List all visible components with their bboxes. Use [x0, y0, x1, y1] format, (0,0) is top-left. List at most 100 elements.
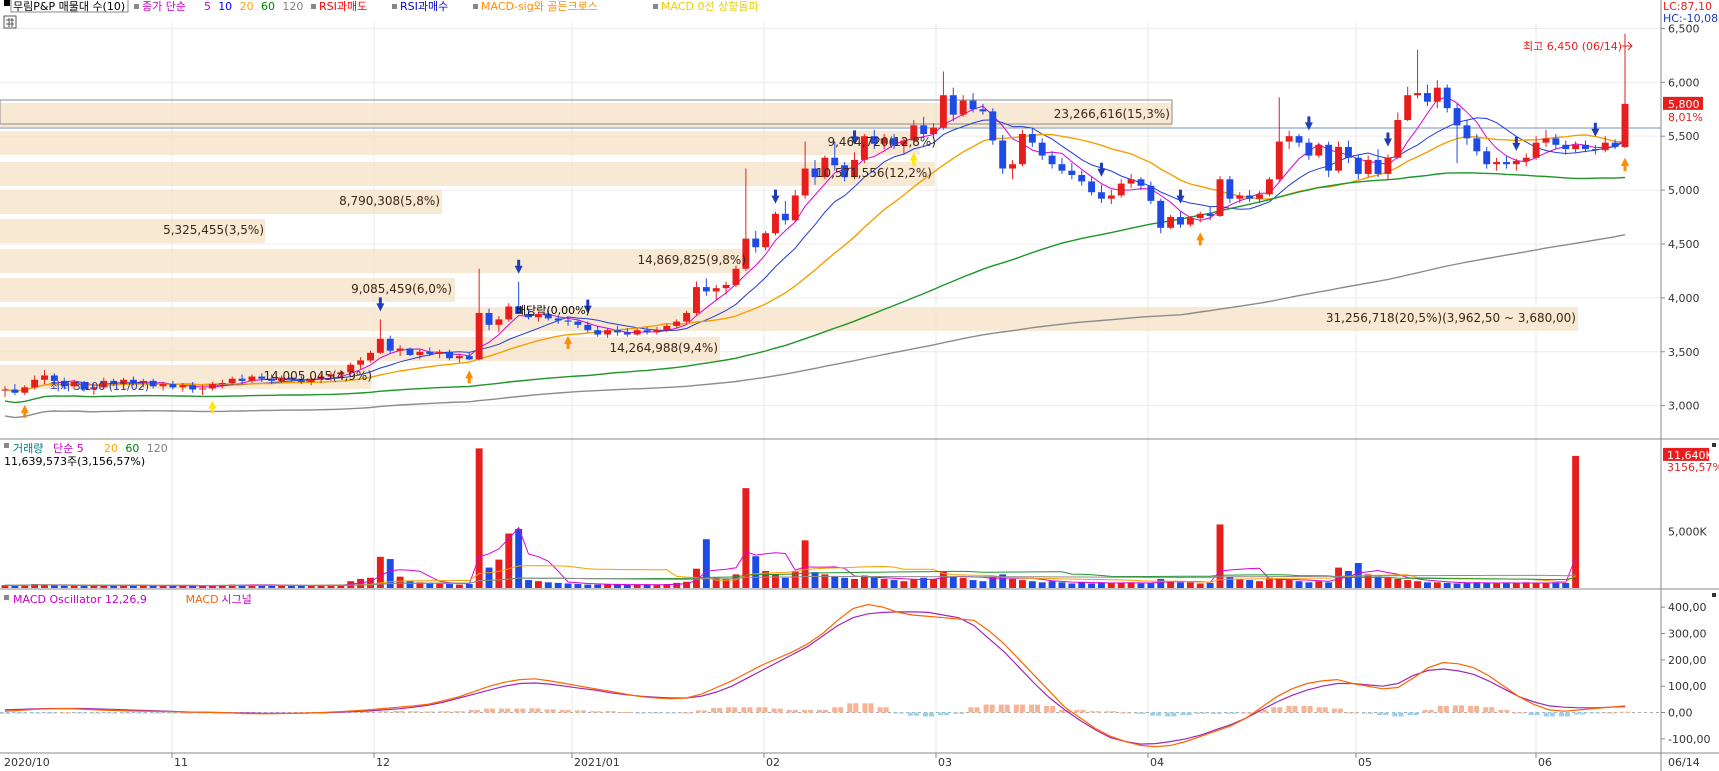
- volume-bar: [1177, 582, 1184, 588]
- volume-readout: 11,639,573주(3,156,57%): [4, 455, 145, 468]
- candle-body: [1068, 170, 1076, 175]
- macd-oscillator-bar: [1216, 712, 1222, 714]
- macd-oscillator-bar: [1589, 712, 1595, 714]
- macd-oscillator-bar: [5, 712, 11, 714]
- macd-oscillator-bar: [1398, 712, 1404, 717]
- candle-body: [238, 378, 246, 381]
- macd-oscillator-bar: [520, 708, 526, 713]
- macd-oscillator-bar: [1286, 705, 1292, 713]
- macd-oscillator-bar: [1059, 709, 1065, 713]
- price-tick-label: 5,500: [1668, 130, 1700, 143]
- macd-oscillator-bar: [1013, 704, 1019, 713]
- macd-tick-label: 200,00: [1668, 654, 1707, 667]
- macd-oscillator-bar: [1292, 705, 1298, 713]
- volume-bar: [752, 556, 760, 588]
- macd-oscillator-bar: [838, 707, 844, 713]
- macd-oscillator-bar: [656, 712, 662, 714]
- volume-bar: [50, 585, 58, 588]
- macd-oscillator-bar: [1513, 712, 1519, 714]
- pane-handle[interactable]: [1712, 593, 1716, 597]
- volume-bar: [1186, 582, 1194, 588]
- golden-cross-arrow: [1196, 232, 1205, 246]
- rsi-overbought-arrow: [1097, 162, 1106, 177]
- macd-oscillator-bar: [635, 712, 641, 714]
- volume-bar: [1028, 581, 1036, 588]
- candle-body: [939, 95, 947, 128]
- legend-item: RSI과매도: [319, 0, 367, 13]
- volume-bar: [495, 559, 503, 588]
- x-axis-label: 2021/01: [574, 756, 620, 769]
- macd-oscillator-bar: [29, 712, 35, 714]
- candle-body: [1493, 162, 1501, 165]
- volume-bar: [870, 577, 878, 588]
- candle-body: [1009, 164, 1017, 169]
- legend-item: 10: [218, 0, 232, 13]
- macd-tick-label: -100,00: [1668, 733, 1710, 746]
- candle-body: [1226, 179, 1234, 199]
- macd-oscillator-bar: [1422, 709, 1428, 713]
- candle-body: [1048, 155, 1056, 165]
- macd-oscillator-bar: [505, 708, 511, 713]
- volume-bar: [475, 448, 483, 588]
- x-axis-label: 02: [766, 756, 780, 769]
- macd-oscillator-bar: [1346, 712, 1352, 714]
- candle-body: [1305, 142, 1313, 156]
- macd-oscillator-bar: [368, 711, 374, 713]
- candle-body: [781, 213, 789, 221]
- volume-bar: [979, 581, 987, 588]
- volume-bar: [702, 539, 710, 588]
- volume-bar: [525, 580, 532, 588]
- macd-oscillator-bar: [60, 712, 66, 714]
- macd-oscillator-bar: [1201, 712, 1207, 714]
- table-icon[interactable]: [3, 15, 17, 29]
- volume-bar: [811, 572, 819, 588]
- volume-bar: [1394, 578, 1402, 588]
- candle-body: [1315, 144, 1323, 156]
- x-axis-label: 11: [174, 756, 188, 769]
- current-price-label: 5,800: [1668, 98, 1700, 111]
- macd-oscillator-bar: [611, 711, 617, 713]
- volume-bar: [604, 584, 612, 588]
- candle-body: [1512, 160, 1520, 165]
- macd-oscillator-bar: [1468, 705, 1474, 713]
- candle-body: [11, 389, 19, 393]
- candle-body: [1186, 218, 1194, 225]
- x-axis-label: 2020/10: [4, 756, 50, 769]
- macd-oscillator-bar: [853, 703, 859, 713]
- candle-body: [594, 330, 602, 335]
- volume-bar: [880, 578, 888, 588]
- candle-body: [969, 100, 977, 110]
- macd-oscillator-bar: [172, 712, 178, 714]
- candle-body: [426, 351, 434, 354]
- macd-oscillator-bar: [105, 712, 111, 714]
- candle-body: [1582, 144, 1589, 150]
- volume-bar: [1048, 581, 1056, 588]
- candle-body: [1443, 87, 1451, 109]
- candle-body: [1256, 194, 1263, 199]
- stock-chart[interactable]: 23,266,616(15,3%) 9,464,720(12,8%) 10,571,…: [0, 0, 1719, 771]
- high-annotation: 최고 6,450 (06/14): [1523, 40, 1622, 53]
- candle-body: [673, 321, 681, 326]
- macd-oscillator-bar: [514, 708, 520, 713]
- candle-body: [1157, 200, 1165, 228]
- x-axis-label: 06: [1538, 756, 1552, 769]
- candle-body: [208, 384, 216, 389]
- volume-bar: [1038, 582, 1046, 588]
- macd-oscillator-bar: [81, 712, 87, 714]
- candle-body: [1591, 149, 1599, 151]
- macd-oscillator-bar: [650, 712, 656, 714]
- rsi-overbought-arrow: [771, 189, 780, 204]
- candle-body: [248, 376, 256, 381]
- volume-profile-band: [0, 162, 935, 186]
- macd-oscillator-bar: [883, 707, 889, 713]
- macd-oscillator-bar: [408, 711, 414, 713]
- volume-bar: [910, 578, 918, 588]
- volume-bar: [831, 576, 839, 588]
- pane-handle[interactable]: [1712, 443, 1716, 447]
- volume-bar: [1562, 582, 1570, 588]
- macd-oscillator-bar: [641, 712, 647, 714]
- candle-body: [831, 157, 839, 166]
- price-tick-label: 6,000: [1668, 76, 1700, 89]
- macd-oscillator-bar: [959, 712, 965, 714]
- legend-marker: [653, 4, 658, 9]
